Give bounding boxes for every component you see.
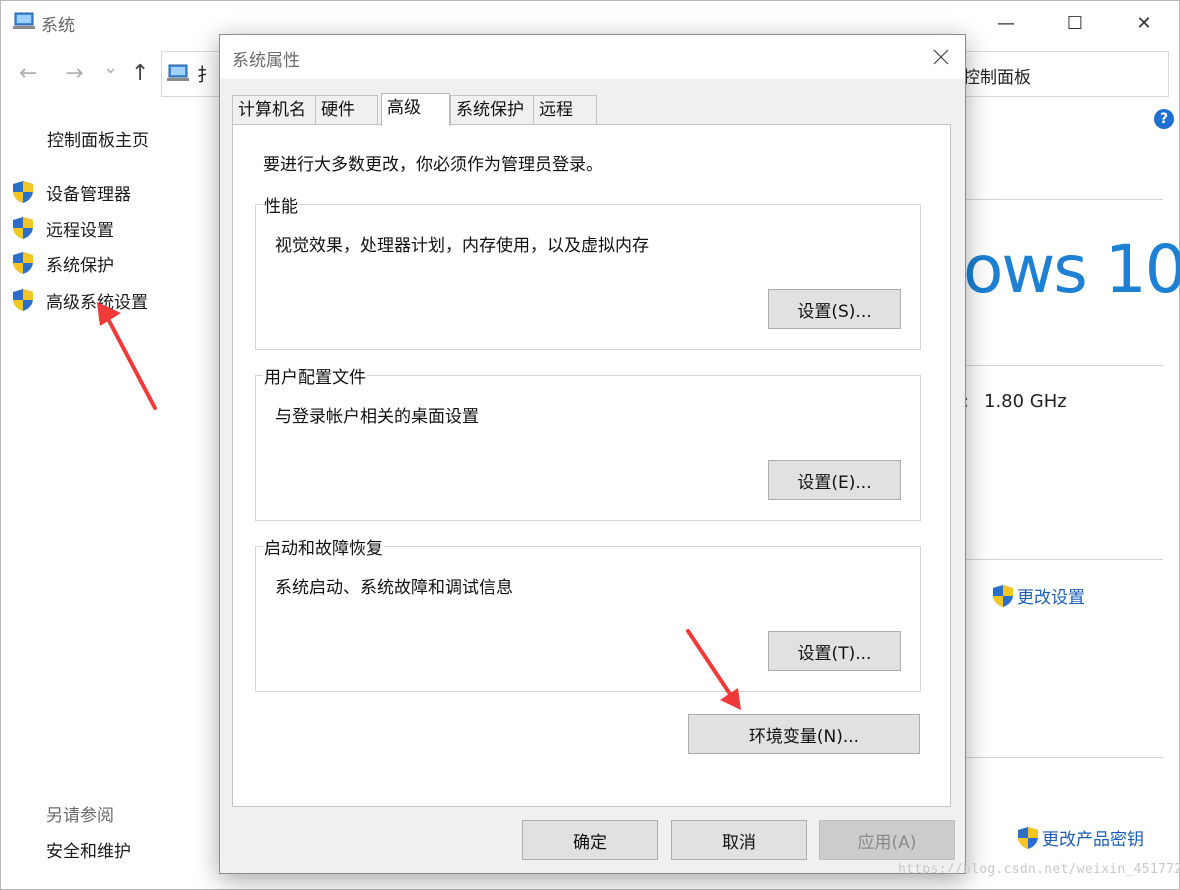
address-breadcrumb[interactable]: 扌 [197,61,215,87]
admin-note: 要进行大多数更改，你必须作为管理员登录。 [263,155,603,175]
group-description: 视觉效果，处理器计划，内存使用，以及虚拟内存 [275,236,649,256]
watermark: https://blog.csdn.net/weixin_45177279 [898,862,1180,877]
computer-icon [167,64,189,81]
environment-variables-button[interactable]: 环境变量(N)... [688,714,920,754]
user-profiles-group: 用户配置文件 与登录帐户相关的桌面设置 设置(E)... [255,363,921,521]
minimize-button[interactable]: — [976,1,1036,45]
window-title: 系统 [41,16,75,36]
group-legend: 性能 [263,192,299,217]
group-legend: 启动和故障恢复 [263,534,384,559]
group-description: 与登录帐户相关的桌面设置 [275,407,479,427]
forward-button[interactable]: → [65,61,83,86]
sidebar-item-label: 高级系统设置 [46,292,148,313]
performance-group: 性能 视觉效果，处理器计划，内存使用，以及虚拟内存 设置(S)... [255,192,921,350]
close-button[interactable]: ✕ [1114,1,1174,45]
sidebar-item-label: 远程设置 [46,220,114,241]
dialog-close-button[interactable] [926,42,956,72]
tab-hardware[interactable]: 硬件 [315,95,378,125]
system-properties-dialog: 系统属性 计算机名 硬件 高级 系统保护 远程 要进行大多数更改，你必须作为管理… [219,34,966,874]
tab-computer-name[interactable]: 计算机名 [232,95,316,125]
divider [965,199,1163,200]
shield-icon [993,584,1013,607]
close-icon [933,49,949,65]
sidebar-item-label: 设备管理器 [46,184,131,205]
shield-icon [13,252,33,274]
divider [965,365,1163,366]
computer-icon [13,12,35,29]
performance-settings-button[interactable]: 设置(S)... [768,289,901,329]
cancel-button[interactable]: 取消 [671,820,807,860]
tab-advanced[interactable]: 高级 [381,93,450,126]
tab-remote[interactable]: 远程 [533,95,597,125]
change-settings-label: 更改设置 [1017,588,1085,608]
apply-button[interactable]: 应用(A) [819,820,955,860]
maximize-button[interactable]: ☐ [1045,1,1105,45]
sidebar-item-label: 系统保护 [46,255,114,276]
advanced-tab-panel: 要进行大多数更改，你必须作为管理员登录。 性能 视觉效果，处理器计划，内存使用，… [232,124,951,807]
tab-system-protection[interactable]: 系统保护 [450,95,534,125]
startup-recovery-settings-button[interactable]: 设置(T)... [768,631,901,671]
change-product-key-link[interactable]: 更改产品密钥 [1016,825,1144,850]
group-legend: 用户配置文件 [263,363,367,388]
change-settings-link[interactable]: 更改设置 [991,583,1085,608]
sidebar-item-remote-settings[interactable]: 远程设置 [11,214,114,242]
address-breadcrumb-control-panel[interactable]: 控制面板 [963,63,1031,88]
dialog-titlebar: 系统属性 [220,35,965,79]
recent-locations-dropdown[interactable]: ⌄ [103,57,118,78]
sidebar-item-device-manager[interactable]: 设备管理器 [11,178,131,206]
control-panel-home-link[interactable]: 控制面板主页 [47,126,149,151]
shield-icon [13,217,33,239]
processor-speed: 1.80 GHz [984,391,1067,412]
group-description: 系统启动、系统故障和调试信息 [275,578,513,598]
up-button[interactable]: ↑ [131,61,149,86]
sidebar-item-advanced-system-settings[interactable]: 高级系统设置 [11,286,148,314]
security-and-maintenance-link[interactable]: 安全和维护 [46,837,131,862]
user-profiles-settings-button[interactable]: 设置(E)... [768,460,901,500]
back-button[interactable]: ← [19,61,37,86]
divider [965,559,1163,560]
divider [965,757,1163,758]
sidebar-item-system-protection[interactable]: 系统保护 [11,249,114,277]
shield-icon [1018,826,1038,849]
ok-button[interactable]: 确定 [522,820,658,860]
shield-icon [13,181,33,203]
shield-icon [13,289,33,311]
dialog-title: 系统属性 [232,51,300,71]
see-also-heading: 另请参阅 [46,806,114,826]
windows-10-logo-text: ows 10 [963,231,1180,308]
startup-recovery-group: 启动和故障恢复 系统启动、系统故障和调试信息 设置(T)... [255,534,921,692]
help-icon[interactable]: ? [1154,109,1174,129]
change-product-key-label: 更改产品密钥 [1042,830,1144,850]
